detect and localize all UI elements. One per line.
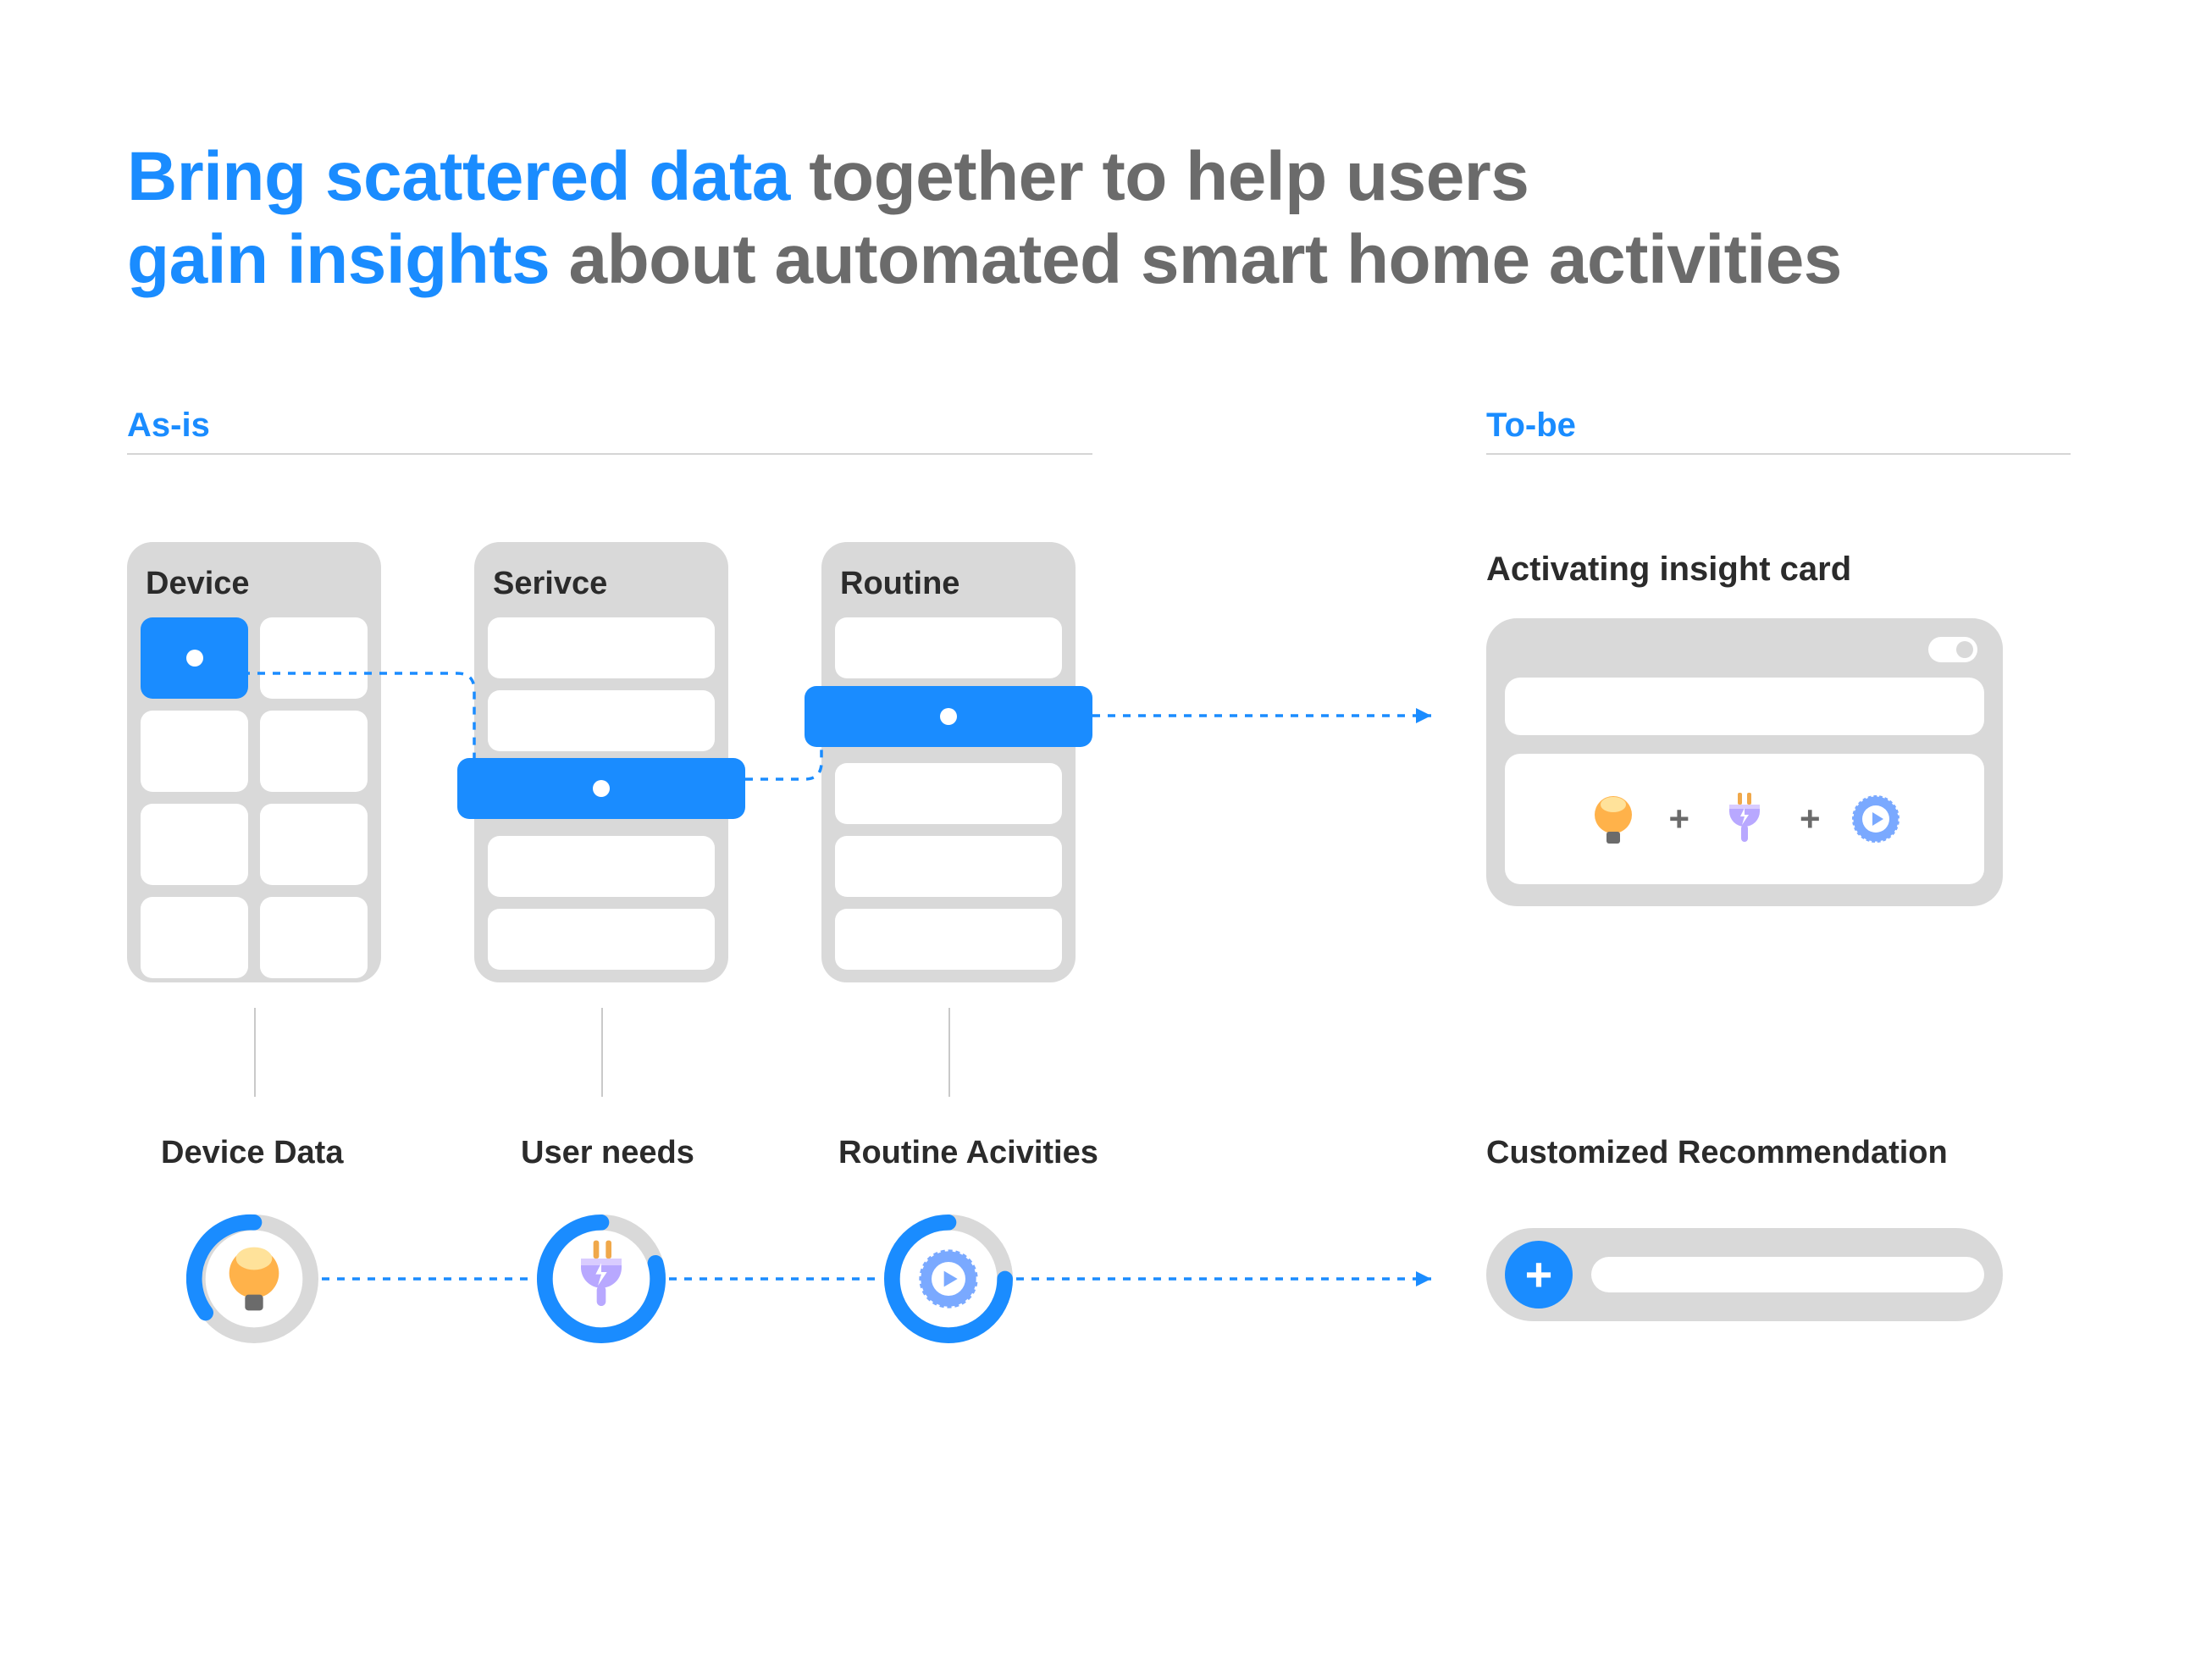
device-tile <box>141 897 248 978</box>
phone-routine: Routine <box>821 542 1076 982</box>
label-user-needs: User needs <box>521 1135 694 1171</box>
routine-row-selected <box>805 686 1092 747</box>
service-row-selected <box>457 758 745 819</box>
divider-line <box>254 1008 256 1097</box>
device-tile-selected <box>141 617 248 699</box>
insight-card-title: Activating insight card <box>1486 551 1851 589</box>
plus-sign: + <box>1800 799 1821 839</box>
device-tile <box>141 804 248 885</box>
ring-user-needs <box>534 1211 669 1347</box>
heading-highlight-1: Bring scattered data <box>127 138 790 215</box>
service-row <box>488 690 715 751</box>
phone-service: Serivce <box>474 542 728 982</box>
plug-icon <box>581 1241 622 1306</box>
routine-row <box>835 836 1062 897</box>
insight-card: + + <box>1486 618 2003 906</box>
device-tile <box>260 897 368 978</box>
divider-line <box>601 1008 603 1097</box>
recommendation-chip: + <box>1486 1228 2003 1321</box>
insight-formula: + + <box>1505 754 1984 884</box>
plus-sign: + <box>1668 799 1689 839</box>
divider-line <box>948 1008 950 1097</box>
routine-row <box>835 763 1062 824</box>
recommendation-text-slot <box>1591 1257 1984 1292</box>
bulb-icon <box>1584 789 1643 849</box>
device-tile <box>260 804 368 885</box>
bulb-icon <box>229 1248 279 1311</box>
device-tile <box>260 617 368 699</box>
routine-row <box>835 617 1062 678</box>
insight-text-slot <box>1505 678 1984 735</box>
add-icon: + <box>1525 1251 1553 1298</box>
device-tile <box>260 711 368 792</box>
device-tile <box>141 711 248 792</box>
play-ring-icon <box>1846 789 1905 849</box>
label-routine-activities: Routine Acivities <box>838 1135 1098 1171</box>
heading-plain-1: together to help users <box>790 138 1529 215</box>
ring-routine-activities <box>881 1211 1016 1347</box>
label-device-data: Device Data <box>161 1135 343 1171</box>
add-button[interactable]: + <box>1505 1241 1573 1309</box>
service-row <box>488 909 715 970</box>
label-custom-recommendation: Customized Recommendation <box>1486 1135 1948 1171</box>
ring-device-data <box>186 1211 322 1347</box>
section-label-asis: As-is <box>127 407 1092 455</box>
phone-device-title: Device <box>146 566 368 602</box>
phone-device: Device <box>127 542 381 982</box>
service-row <box>488 836 715 897</box>
phone-routine-title: Routine <box>840 566 1062 602</box>
toggle-icon[interactable] <box>1928 637 1977 662</box>
phone-service-title: Serivce <box>493 566 715 602</box>
page-title: Bring scattered data together to help us… <box>127 136 1842 302</box>
service-row <box>488 617 715 678</box>
heading-highlight-2: gain insights <box>127 221 550 298</box>
routine-row <box>835 909 1062 970</box>
section-label-tobe: To-be <box>1486 407 2071 455</box>
play-ring-icon <box>919 1249 977 1308</box>
heading-plain-2: about automated smart home activities <box>550 221 1842 298</box>
plug-icon <box>1715 789 1774 849</box>
